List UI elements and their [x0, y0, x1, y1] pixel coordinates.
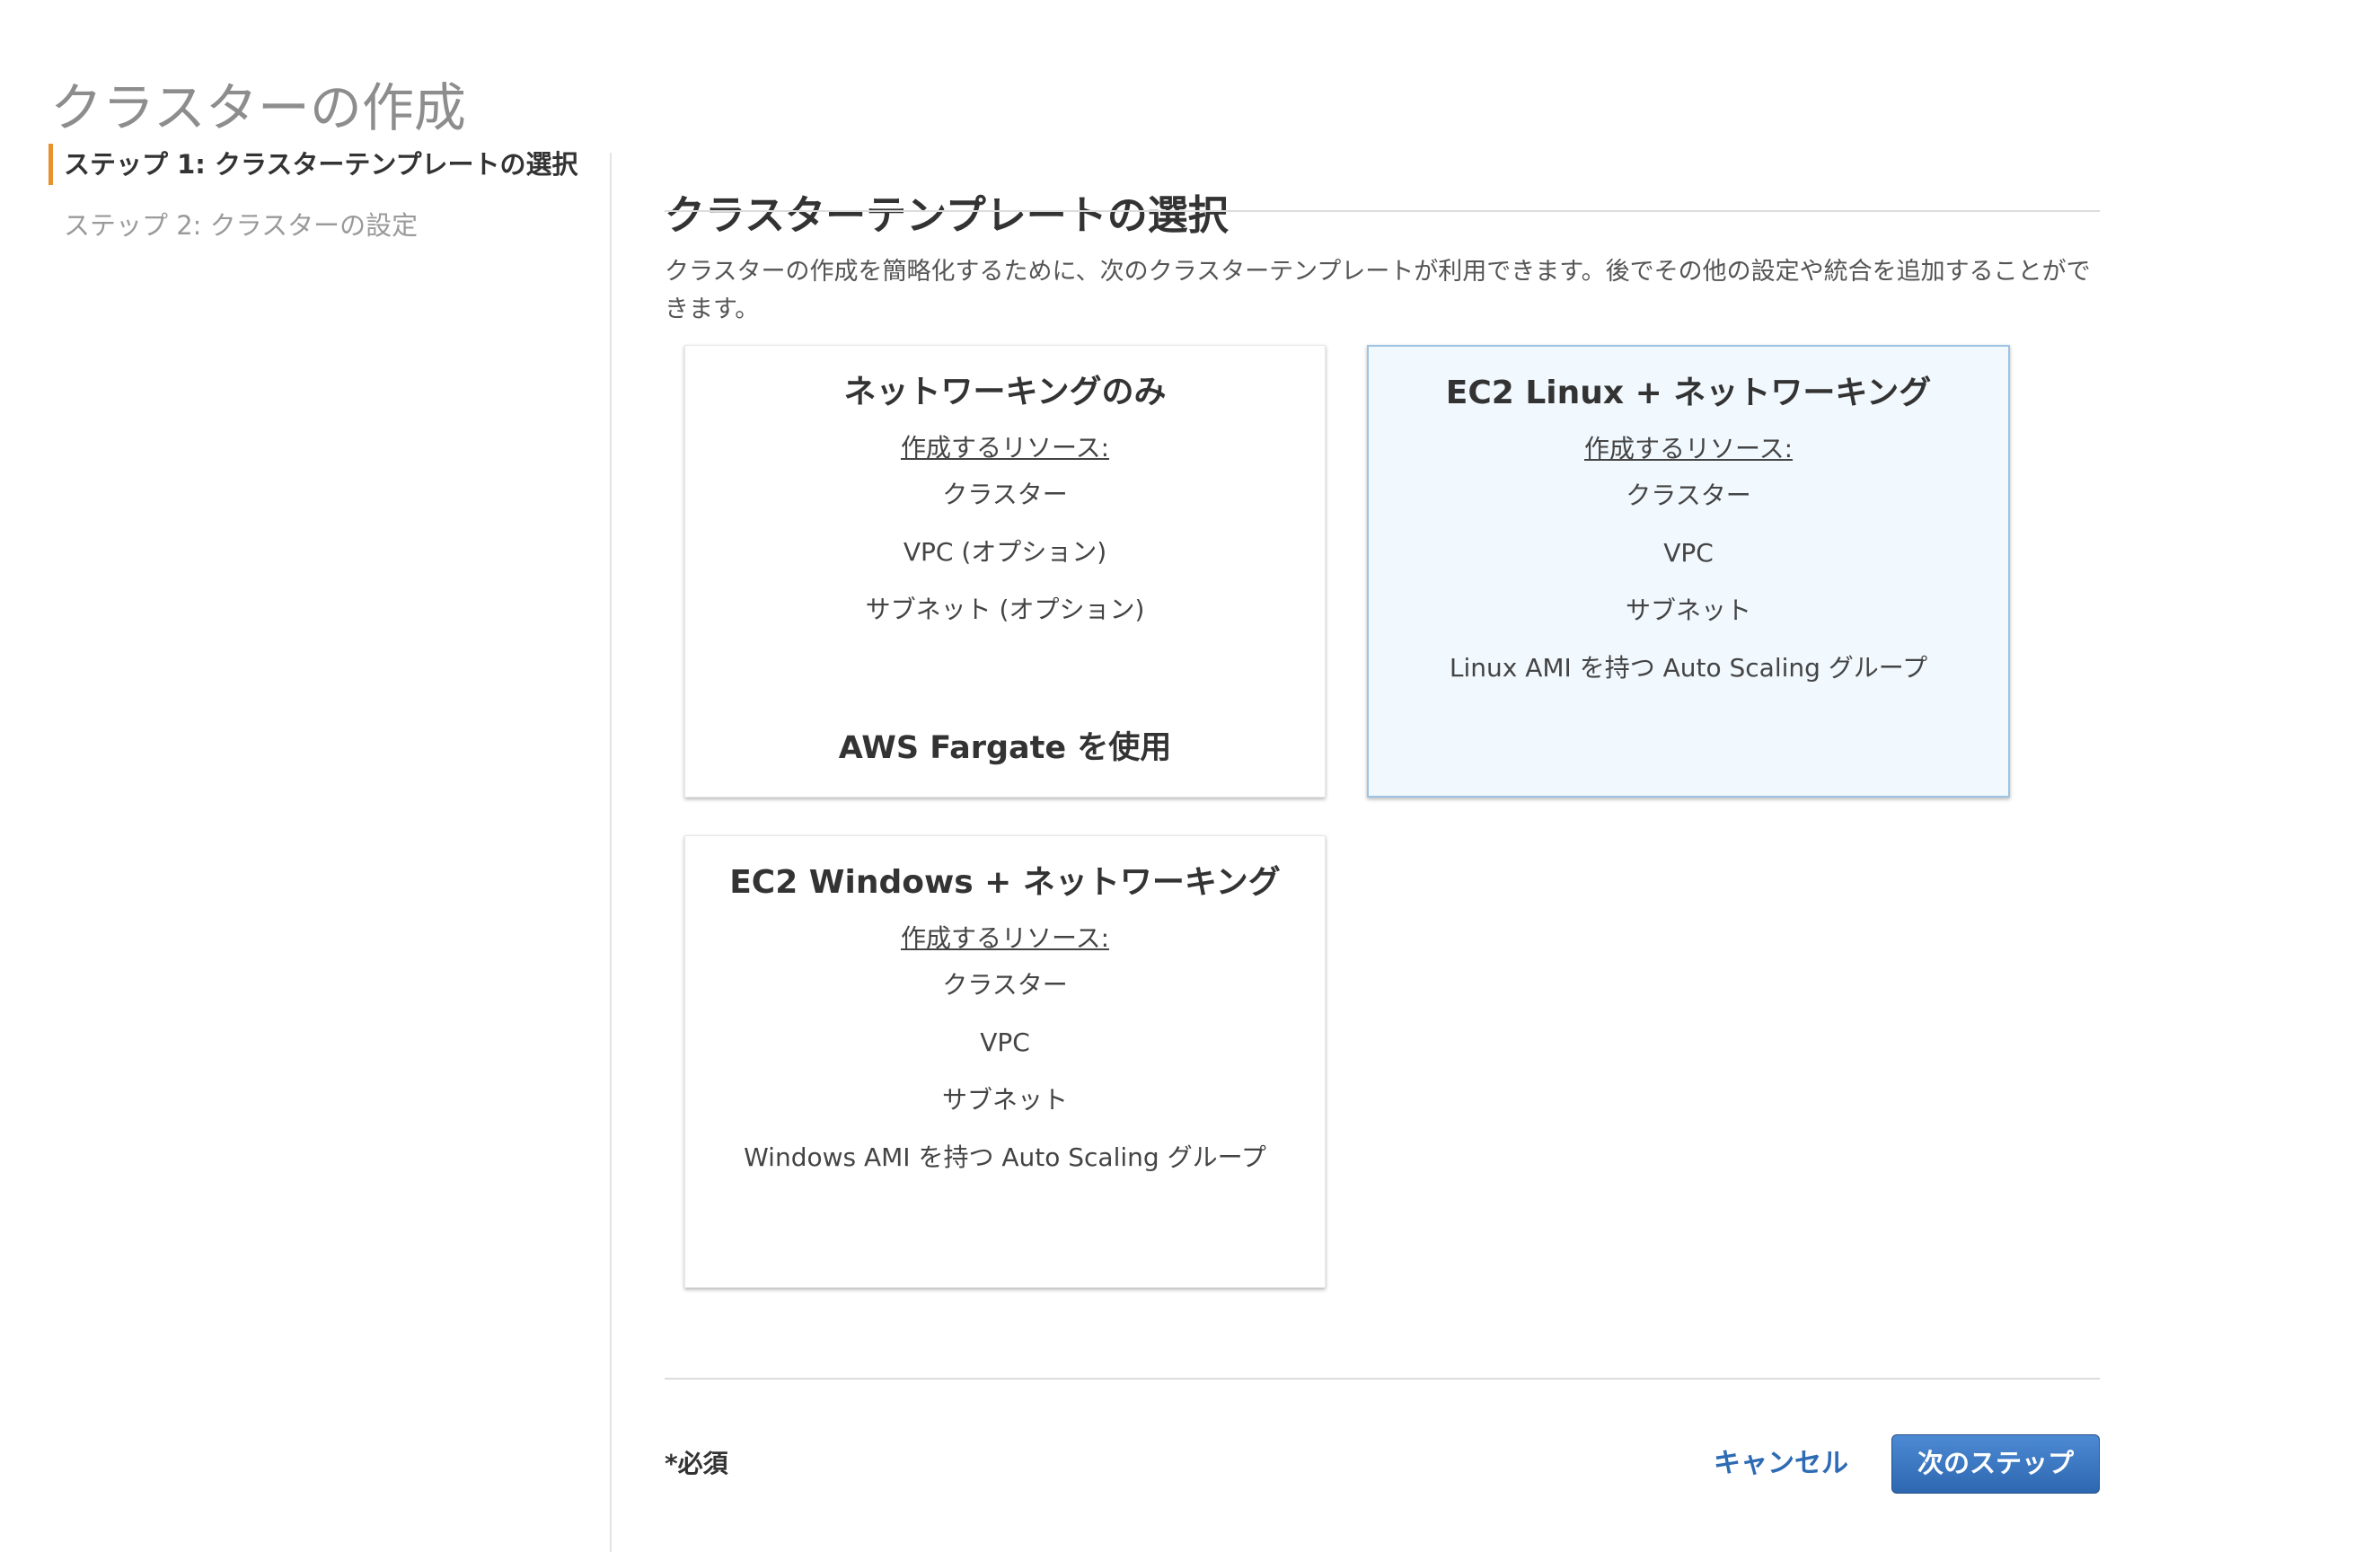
template-card-ec2-linux[interactable]: EC2 Linux + ネットワーキング 作成するリソース: クラスター VPC… [1367, 345, 2010, 798]
resource-item: VPC [1663, 538, 1714, 568]
section-description: クラスターの作成を簡略化するために、次のクラスターテンプレートが利用できます。後… [665, 258, 2091, 323]
resource-item: クラスター [942, 970, 1068, 1000]
page-title: クラスターの作成 [50, 76, 466, 138]
wizard-steps-sidebar: ステップ 1: クラスターテンプレートの選択 ステップ 2: クラスターの設定 [48, 144, 587, 246]
resource-item: Linux AMI を持つ Auto Scaling グループ [1449, 653, 1928, 683]
resource-item: VPC (オプション) [903, 537, 1107, 567]
resource-item: サブネット (オプション) [865, 595, 1145, 624]
resource-item: VPC [980, 1027, 1030, 1057]
section-divider [665, 210, 2100, 212]
template-card-ec2-windows[interactable]: EC2 Windows + ネットワーキング 作成するリソース: クラスター V… [684, 835, 1326, 1288]
footer-divider [665, 1378, 2100, 1380]
next-step-button[interactable]: 次のステップ [1891, 1434, 2100, 1494]
card-title: EC2 Windows + ネットワーキング [729, 864, 1281, 901]
resource-item: サブネット [941, 1085, 1068, 1115]
step-1-select-template[interactable]: ステップ 1: クラスターテンプレートの選択 [48, 144, 587, 185]
resources-label: 作成するリソース: [900, 923, 1110, 953]
resource-item: クラスター [942, 480, 1068, 509]
cancel-button[interactable]: キャンセル [1714, 1441, 1848, 1480]
resource-item: サブネット [1625, 595, 1751, 625]
card-title: ネットワーキングのみ [843, 374, 1167, 410]
resources-label: 作成するリソース: [900, 433, 1110, 463]
card-title: EC2 Linux + ネットワーキング [1445, 375, 1932, 411]
required-note: *必須 [665, 1449, 728, 1478]
vertical-divider [610, 153, 612, 1552]
resource-item: Windows AMI を持つ Auto Scaling グループ [744, 1142, 1266, 1172]
resource-item: クラスター [1626, 481, 1751, 510]
template-card-networking-only[interactable]: ネットワーキングのみ 作成するリソース: クラスター VPC (オプション) サ… [684, 345, 1326, 798]
resources-label: 作成するリソース: [1583, 434, 1794, 463]
step-2-configure-cluster[interactable]: ステップ 2: クラスターの設定 [48, 205, 587, 246]
card-footer-fargate: AWS Fargate を使用 [838, 730, 1172, 766]
